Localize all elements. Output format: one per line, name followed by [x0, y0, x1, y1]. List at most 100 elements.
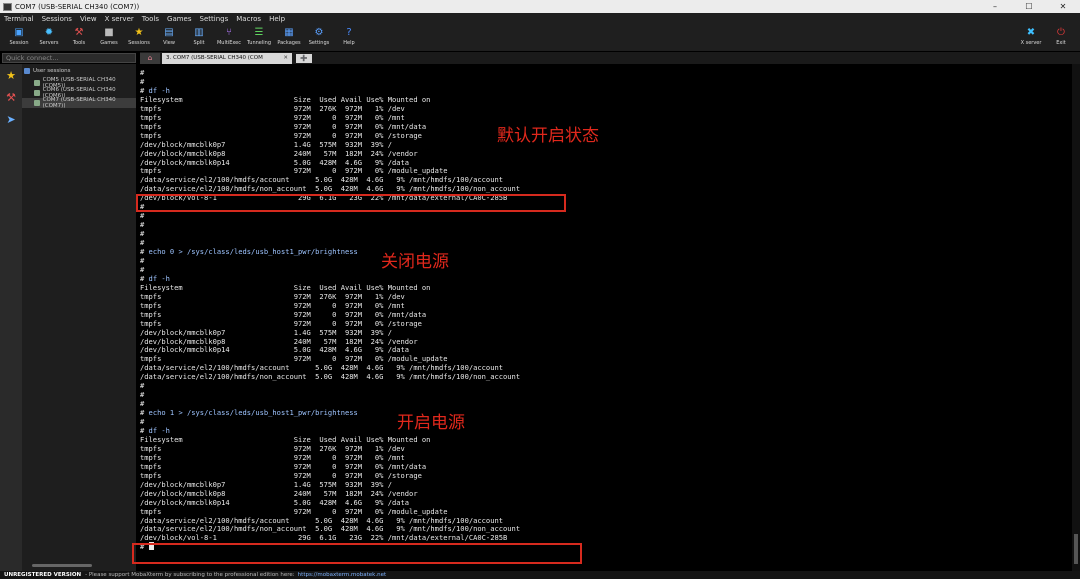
menu-macros[interactable]: Macros — [236, 15, 261, 23]
xserver-icon: ✖ — [1026, 27, 1036, 38]
tools-icon: ⚒ — [74, 27, 84, 38]
terminal-line: # — [140, 211, 145, 221]
terminal-line: tmpfs 972M 0 972M 0% /mnt/data — [140, 461, 427, 471]
terminal-line: tmpfs 972M 0 972M 0% /mnt/data — [140, 309, 427, 319]
terminal-line: # — [140, 542, 154, 551]
maximize-button[interactable]: ☐ — [1012, 2, 1046, 11]
terminal-output[interactable]: # # # df -h Filesystem Size Used Avail Use%… — [137, 64, 1072, 571]
terminal-line: /dev/block/vol-8-1 29G 6.1G 23G 22% /mnt… — [140, 193, 508, 203]
serial-session-icon — [34, 90, 40, 96]
settings-button[interactable]: ⚙ Settings — [304, 25, 334, 46]
toolbar-label: Servers — [39, 40, 59, 46]
terminal-line: /data/service/el2/100/hmdfs/account 5.0G… — [140, 363, 504, 373]
terminal-line: /dev/block/mmcblk0p7 1.4G 575M 932M 39% … — [140, 139, 392, 149]
split-button[interactable]: ▥ Split — [184, 25, 214, 46]
terminal-line: # echo 0 > /sys/class/leds/usb_host1_pwr… — [140, 247, 358, 256]
terminal-line: /dev/block/mmcblk0p8 240M 57M 182M 24% /… — [140, 488, 418, 498]
menu-xserver[interactable]: X server — [105, 15, 134, 23]
split-icon: ▥ — [194, 27, 204, 38]
servers-button[interactable]: ✹ Servers — [34, 25, 64, 46]
toolbar-label: Tools — [72, 40, 86, 46]
x-server-button[interactable]: ✖ X server — [1016, 25, 1046, 46]
session-item[interactable]: COM7 (USB-SERIAL CH340 (COM7)) — [22, 97, 136, 109]
servers-icon: ✹ — [44, 27, 54, 38]
terminal-line: # — [140, 202, 145, 212]
terminal-line: /dev/block/mmcblk0p7 1.4G 575M 932M 39% … — [140, 479, 392, 489]
minimize-button[interactable]: – — [978, 2, 1012, 11]
user-sessions-label: User sessions — [33, 68, 71, 74]
exit-button[interactable]: ⏻ Exit — [1046, 25, 1076, 46]
terminal-line: # — [140, 76, 145, 86]
menu-games[interactable]: Games — [167, 15, 192, 23]
multiexec-icon: ⑂ — [226, 27, 232, 38]
tab-com7[interactable]: 3. COM7 (USB-SERIAL CH340 (COM ✕ — [162, 53, 292, 64]
window-titlebar: COM7 (USB-SERIAL CH340 (COM7)) – ☐ ✕ — [0, 0, 1080, 13]
tab-close-icon[interactable]: ✕ — [283, 53, 288, 64]
session-button[interactable]: ▣ Session — [4, 25, 34, 46]
toolbar-label: Games — [100, 40, 118, 46]
games-button[interactable]: ■ Games — [94, 25, 124, 46]
terminal-line: /data/service/el2/100/hmdfs/non_account … — [140, 524, 521, 534]
terminal-line: tmpfs 972M 276K 972M 1% /dev — [140, 291, 405, 301]
gamepad-icon: ■ — [104, 27, 114, 38]
power-icon: ⏻ — [1057, 27, 1065, 38]
toolbar-label: Exit — [1056, 40, 1066, 46]
terminal-line: /dev/block/mmcblk0p14 5.0G 428M 4.6G 9% … — [140, 157, 410, 167]
close-button[interactable]: ✕ — [1046, 2, 1080, 11]
status-bar: UNREGISTERED VERSION - Please support Mo… — [0, 571, 1080, 579]
tools-icon[interactable]: ⚒ — [3, 90, 19, 106]
menu-settings[interactable]: Settings — [200, 15, 229, 23]
toolbar-label: Packages — [277, 40, 301, 46]
terminal-scrollbar[interactable] — [1072, 64, 1080, 571]
window-title: COM7 (USB-SERIAL CH340 (COM7)) — [15, 2, 140, 11]
annotation-power-off: 关闭电源 — [381, 252, 449, 272]
subscribe-link[interactable]: https://mobaxterm.mobatek.net — [298, 572, 386, 578]
terminal-line: tmpfs 972M 276K 972M 1% /dev — [140, 443, 405, 453]
tunneling-button[interactable]: ☰ Tunneling — [244, 25, 274, 46]
toolbar-label: Settings — [308, 40, 330, 46]
terminal-line: tmpfs 972M 0 972M 0% /mnt/data — [140, 121, 427, 131]
terminal-line: tmpfs 972M 0 972M 0% /mnt — [140, 452, 405, 462]
terminal-line: /dev/block/mmcblk0p14 5.0G 428M 4.6G 9% … — [140, 345, 410, 355]
sidebar-scrollbar[interactable] — [32, 564, 92, 567]
terminal-line: tmpfs 972M 0 972M 0% /storage — [140, 318, 422, 328]
packages-button[interactable]: ▦ Packages — [274, 25, 304, 46]
menu-tools[interactable]: Tools — [142, 15, 159, 23]
star-icon[interactable]: ★ — [3, 68, 19, 84]
toolbar-label: X server — [1020, 40, 1042, 46]
terminal-line: # — [140, 255, 145, 265]
terminal-line: /dev/block/mmcblk0p7 1.4G 575M 932M 39% … — [140, 327, 392, 337]
terminal-line: Filesystem Size Used Avail Use% Mounted … — [140, 434, 431, 444]
menu-view[interactable]: View — [80, 15, 97, 23]
user-sessions-root[interactable]: User sessions — [22, 64, 136, 78]
terminal-line: Filesystem Size Used Avail Use% Mounted … — [140, 282, 431, 292]
home-tab[interactable]: ⌂ — [140, 53, 160, 64]
monitor-icon: ▣ — [14, 27, 24, 38]
terminal-line: # — [140, 264, 145, 274]
send-icon[interactable]: ➤ — [3, 112, 19, 128]
new-tab-button[interactable]: ➕ — [296, 54, 312, 63]
serial-session-icon — [34, 80, 40, 86]
multiexec-button[interactable]: ⑂ MultiExec — [214, 25, 244, 46]
terminal-line: # — [140, 229, 145, 239]
terminal-line: tmpfs 972M 0 972M 0% /storage — [140, 470, 422, 480]
sessions-button[interactable]: ★ Sessions — [124, 25, 154, 46]
status-message: - Please support MobaXterm by subscribin… — [85, 572, 295, 578]
menu-help[interactable]: Help — [269, 15, 285, 23]
terminal-line: /data/service/el2/100/hmdfs/account 5.0G… — [140, 175, 504, 185]
help-button[interactable]: ? Help — [334, 25, 364, 46]
terminal-line: # — [140, 390, 145, 400]
view-button[interactable]: ▤ View — [154, 25, 184, 46]
help-icon: ? — [346, 27, 352, 38]
quick-connect-input[interactable]: Quick connect... — [2, 53, 136, 63]
menu-sessions[interactable]: Sessions — [42, 15, 72, 23]
menu-terminal[interactable]: Terminal — [4, 15, 34, 23]
scrollbar-thumb[interactable] — [1074, 534, 1078, 564]
terminal-line: tmpfs 972M 276K 972M 1% /dev — [140, 103, 405, 113]
terminal-line: /dev/block/vol-8-1 29G 6.1G 23G 22% /mnt… — [140, 533, 508, 543]
terminal-line: # — [140, 220, 145, 230]
tools-button[interactable]: ⚒ Tools — [64, 25, 94, 46]
toolbar-label: Help — [343, 40, 355, 46]
terminal-line: tmpfs 972M 0 972M 0% /mnt — [140, 300, 405, 310]
terminal-line: /data/service/el2/100/hmdfs/non_account … — [140, 372, 521, 382]
